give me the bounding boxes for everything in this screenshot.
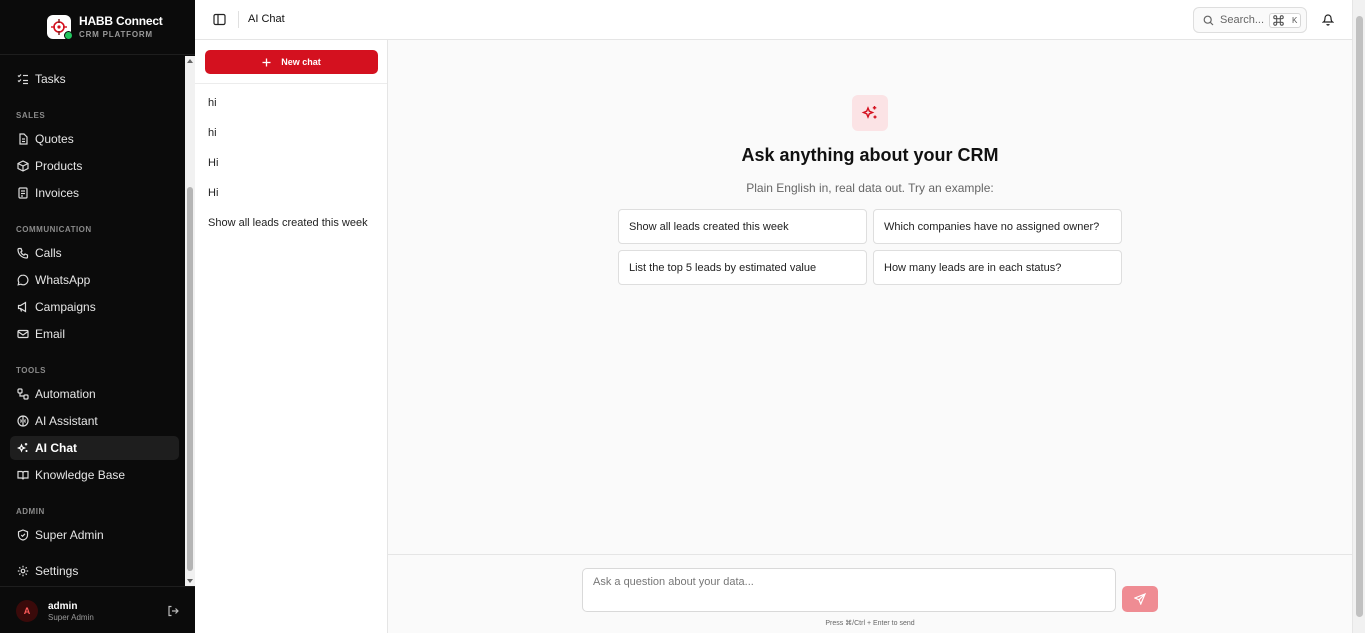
sidebar-item-label: Automation	[35, 387, 96, 401]
send-button[interactable]	[1122, 586, 1158, 612]
partial-nav-item-icon	[16, 56, 76, 58]
sidebar-item-invoices[interactable]: Invoices	[10, 181, 179, 205]
sidebar-item-campaigns[interactable]: Campaigns	[10, 295, 179, 319]
search-shortcut: K	[1269, 12, 1302, 28]
suggestion-button[interactable]: Show all leads created this week	[618, 209, 867, 244]
plus-icon	[262, 58, 271, 66]
composer: Press ⌘/Ctrl + Enter to send	[388, 554, 1352, 633]
sidebar-item-whatsapp[interactable]: WhatsApp	[10, 268, 179, 292]
sidebar-item-label: Knowledge Base	[35, 468, 126, 482]
chat-history-panel: New chat hi hi Hi Hi Show all leads crea…	[195, 40, 388, 633]
file-icon	[19, 133, 28, 145]
sidebar-scrollbar[interactable]	[185, 56, 195, 586]
chat-list-item[interactable]: Show all leads created this week	[208, 217, 368, 229]
suggestion-button[interactable]: Which companies have no assigned owner?	[873, 209, 1122, 244]
new-chat-button[interactable]: New chat	[205, 50, 378, 74]
suggestion-button[interactable]: How many leads are in each status?	[873, 250, 1122, 285]
send-hint: Press ⌘/Ctrl + Enter to send	[825, 620, 915, 627]
sidebar-item-quotes[interactable]: Quotes	[10, 127, 179, 151]
sidebar-item-label: Tasks	[35, 72, 66, 86]
sidebar-item-ai-assistant[interactable]: AI Assistant	[10, 409, 179, 433]
ai-sparkles-icon	[852, 95, 888, 131]
empty-state-subtitle: Plain English in, real data out. Try an …	[746, 181, 994, 195]
sidebar: HABB Connect CRM PLATFORM Tasks SALES Qu…	[0, 0, 195, 633]
sidebar-item-label: Invoices	[35, 186, 80, 200]
section-label-communication: COMMUNICATION	[16, 225, 92, 234]
search-icon	[1203, 15, 1214, 25]
logout-icon[interactable]	[167, 605, 179, 617]
online-status-icon	[64, 31, 73, 40]
sidebar-toggle-icon[interactable]	[213, 13, 226, 26]
chat-list-item[interactable]: Hi	[208, 157, 218, 169]
shield-icon	[17, 529, 29, 541]
sidebar-item-label: Quotes	[35, 132, 74, 146]
mail-icon	[17, 329, 29, 339]
section-label-sales: SALES	[16, 111, 46, 120]
sparkles-icon	[17, 443, 28, 453]
sidebar-item-label: Campaigns	[35, 300, 96, 314]
brand-name: HABB Connect	[79, 14, 163, 28]
scroll-down-arrow-icon[interactable]	[187, 579, 193, 583]
sidebar-item-label: Super Admin	[35, 528, 104, 542]
search-button[interactable]: Search... K	[1193, 7, 1307, 33]
command-key-icon	[1273, 14, 1284, 26]
sidebar-item-knowledge-base[interactable]: Knowledge Base	[10, 463, 179, 487]
sidebar-item-label: AI Chat	[35, 441, 77, 455]
phone-icon	[17, 247, 29, 259]
section-label-admin: ADMIN	[16, 507, 45, 516]
user-role: Super Admin	[48, 613, 94, 622]
sidebar-item-label: AI Assistant	[35, 414, 98, 428]
suggestion-button[interactable]: List the top 5 leads by estimated value	[618, 250, 867, 285]
gear-icon	[17, 565, 29, 577]
top-bar: AI Chat Search... K	[195, 0, 1352, 40]
sidebar-item-label: WhatsApp	[35, 273, 91, 287]
megaphone-icon	[17, 301, 27, 313]
book-icon	[17, 470, 29, 480]
sidebar-item-tasks[interactable]: Tasks	[10, 67, 179, 91]
search-label: Search...	[1220, 14, 1265, 26]
sidebar-item-label: Email	[35, 327, 66, 341]
receipt-icon	[18, 187, 28, 199]
tasks-icon	[17, 74, 28, 85]
send-icon	[1134, 593, 1146, 605]
shortcut-key: K	[1292, 15, 1298, 25]
chat-main: Ask anything about your CRM Plain Englis…	[388, 40, 1352, 554]
brand-subtitle: CRM PLATFORM	[79, 30, 153, 39]
chat-list-item[interactable]: hi	[208, 127, 217, 139]
bell-icon[interactable]	[1322, 13, 1334, 26]
box-icon	[17, 160, 29, 172]
workflow-icon	[17, 388, 29, 400]
avatar[interactable]: A	[16, 600, 38, 622]
user-name: admin	[48, 601, 78, 612]
page-scrollbar[interactable]	[1352, 0, 1365, 633]
sidebar-item-super-admin[interactable]: Super Admin	[10, 523, 179, 547]
chatlist-divider	[195, 83, 387, 84]
user-profile: A admin Super Admin	[0, 586, 195, 633]
sidebar-item-settings[interactable]: Settings	[10, 559, 179, 583]
brain-icon	[17, 415, 29, 427]
chat-input[interactable]	[582, 568, 1116, 612]
message-icon	[17, 274, 29, 286]
brand[interactable]: HABB Connect CRM PLATFORM	[0, 0, 195, 55]
empty-state-title: Ask anything about your CRM	[741, 145, 999, 165]
sidebar-item-ai-chat[interactable]: AI Chat	[10, 436, 179, 460]
scroll-up-arrow-icon[interactable]	[187, 59, 193, 63]
chat-list-item[interactable]: hi	[208, 97, 217, 109]
sidebar-item-email[interactable]: Email	[10, 322, 179, 346]
sidebar-nav: Tasks SALES Quotes Products Invoices COM…	[0, 56, 185, 586]
new-chat-label: New chat	[281, 57, 321, 67]
sidebar-item-calls[interactable]: Calls	[10, 241, 179, 265]
page-title: AI Chat	[248, 13, 285, 25]
topbar-divider	[238, 11, 239, 28]
sidebar-scroll-thumb[interactable]	[187, 187, 193, 571]
section-label-tools: TOOLS	[16, 366, 46, 375]
sidebar-item-automation[interactable]: Automation	[10, 382, 179, 406]
page-scroll-thumb[interactable]	[1356, 16, 1363, 617]
sidebar-item-products[interactable]: Products	[10, 154, 179, 178]
sidebar-item-label: Products	[35, 159, 83, 173]
sidebar-item-label: Settings	[35, 564, 79, 578]
chat-list-item[interactable]: Hi	[208, 187, 218, 199]
sidebar-item-label: Calls	[35, 246, 62, 260]
